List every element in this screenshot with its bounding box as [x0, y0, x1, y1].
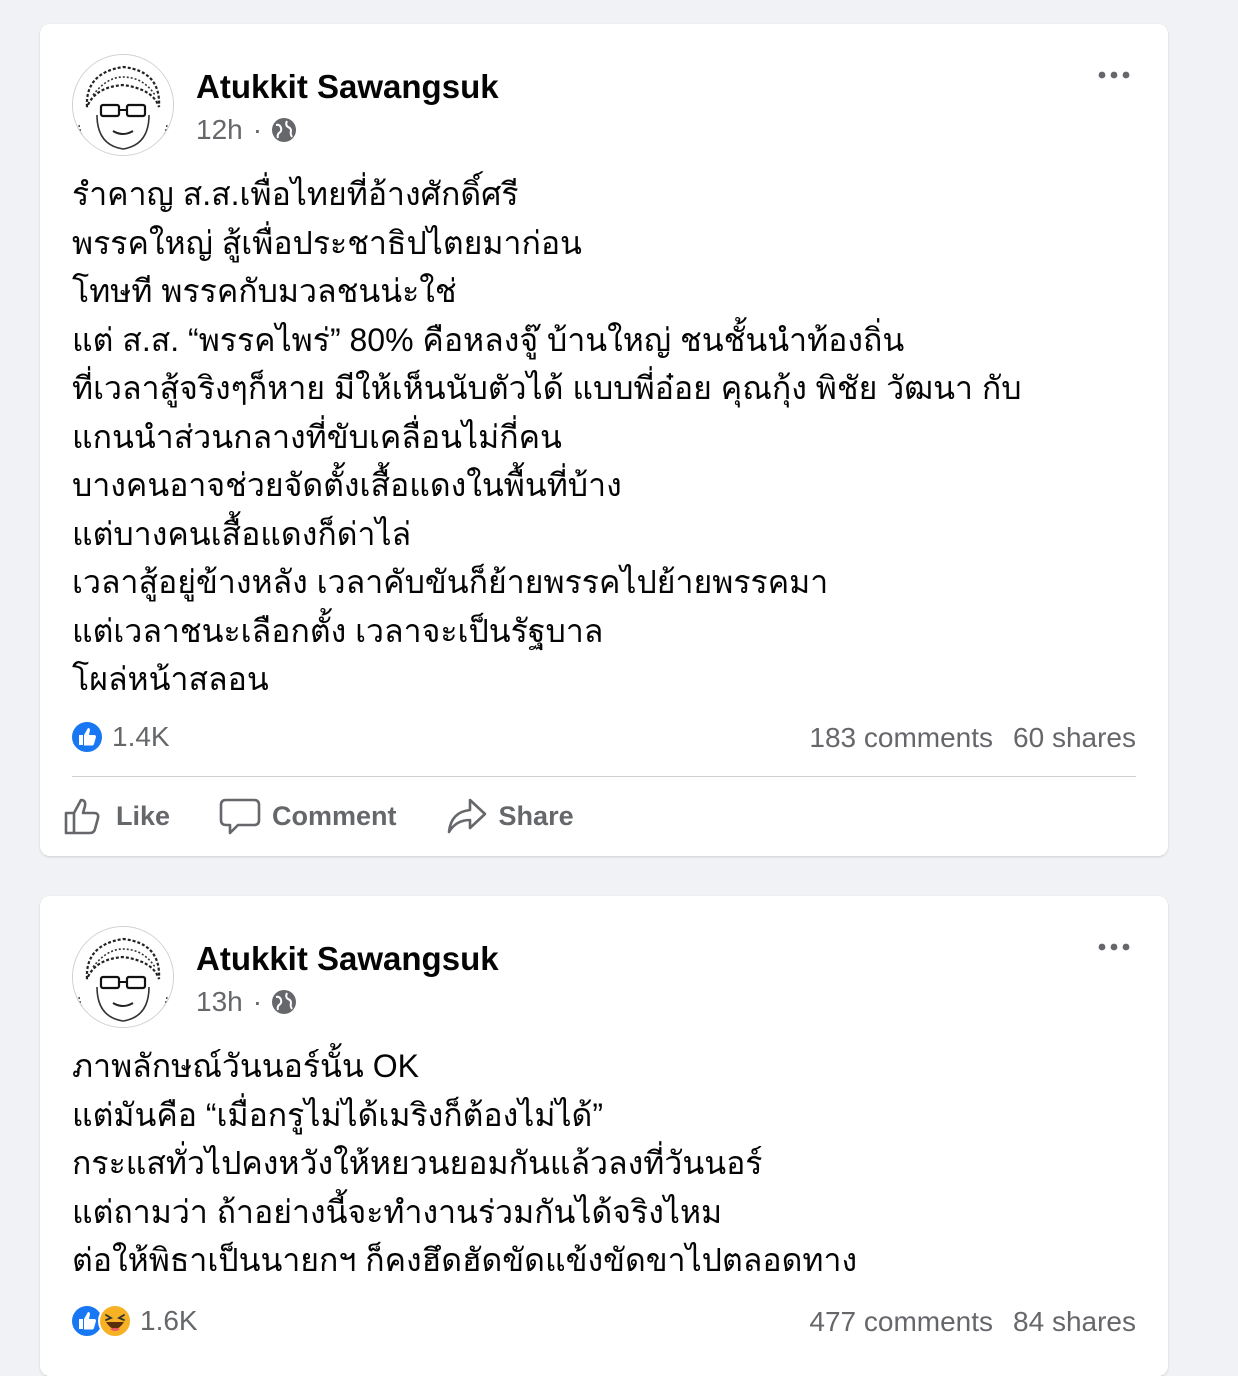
post-text: รำคาญ ส.ส.เพื่อไทยที่อ้างศักดิ์ศรี พรรคใ…	[72, 170, 1136, 704]
share-arrow-icon	[447, 798, 486, 834]
post-text-line: ต่อให้พิธาเป็นนายกฯ ก็คงฮึดฮัดขัดแข้งขัด…	[72, 1242, 858, 1278]
post-text-line: บางคนอาจช่วยจัดตั้งเสื้อแดงในพื้นที่บ้าง	[72, 467, 622, 503]
engagement-counts: 183 comments 60 shares	[809, 722, 1136, 754]
post-meta: 12h ·	[196, 114, 298, 146]
like-button[interactable]: Like	[62, 794, 170, 838]
action-bar: Like Comment Share	[62, 794, 622, 838]
post-text-line: โทษที พรรคกับมวลชนน่ะใช่	[72, 273, 457, 309]
comment-bubble-icon	[219, 798, 261, 835]
post-text-line: แต่บางคนเสื้อแดงก็ด่าไล่	[72, 515, 412, 552]
globe-icon[interactable]	[270, 988, 298, 1016]
meta-separator: ·	[252, 114, 263, 145]
author-name[interactable]: Atukkit Sawangsuk	[196, 68, 499, 106]
haha-icon	[98, 1304, 132, 1338]
shares-count[interactable]: 60 shares	[1013, 722, 1136, 754]
author-name[interactable]: Atukkit Sawangsuk	[196, 940, 499, 978]
more-options-icon[interactable]	[1094, 932, 1134, 962]
reaction-icons	[70, 720, 104, 754]
share-label: Share	[498, 800, 574, 831]
like-icon	[70, 720, 104, 754]
post-text-line: กระแสทั่วไปคงหวังให้หยวนยอมกันแล้วลงที่ว…	[72, 1145, 763, 1181]
post-text-line: พรรคใหญ่ สู้เพื่อประชาธิปไตยมาก่อน	[72, 224, 582, 261]
reactions-count: 1.4K	[112, 721, 170, 752]
comments-count[interactable]: 477 comments	[809, 1306, 993, 1338]
avatar[interactable]	[72, 926, 174, 1028]
post-text-line: ภาพลักษณ์วันนอร์นั้น OK	[72, 1048, 419, 1084]
post-text-line: แกนนำส่วนกลางที่ขับเคลื่อนไม่กี่คน	[72, 418, 562, 455]
post-text-line: โผล่หน้าสลอน	[72, 661, 269, 697]
comment-label: Comment	[272, 800, 397, 831]
reactions-count: 1.6K	[140, 1305, 198, 1336]
shares-count[interactable]: 84 shares	[1013, 1306, 1136, 1338]
post-text-line: แต่มันคือ “เมื่อกรูไม่ได้เมริงก็ต้องไม่ไ…	[72, 1096, 603, 1133]
post-text-line: เวลาสู้อยู่ข้างหลัง เวลาคับขันก็ย้ายพรรค…	[72, 564, 829, 600]
post-text-line: แต่เวลาชนะเลือกตั้ง เวลาจะเป็นรัฐบาล	[72, 612, 604, 649]
divider	[72, 776, 1136, 777]
thumbs-up-icon	[64, 798, 100, 835]
post-text-line: รำคาญ ส.ส.เพื่อไทยที่อ้างศักดิ์ศรี	[72, 176, 519, 212]
reaction-icons	[70, 1304, 132, 1338]
share-button[interactable]: Share	[445, 794, 574, 838]
post-card: Atukkit Sawangsuk 13h · ภาพลักษณ์วันนอร์…	[40, 896, 1168, 1376]
reactions-summary[interactable]: 1.6K	[70, 1304, 198, 1338]
comment-button[interactable]: Comment	[218, 794, 397, 838]
reactions-summary[interactable]: 1.4K	[70, 720, 170, 754]
post-meta: 13h ·	[196, 986, 298, 1018]
more-options-icon[interactable]	[1094, 60, 1134, 90]
post-text-line: ที่เวลาสู้จริงๆก็หาย มีให้เห็นนับตัวได้ …	[72, 370, 1022, 406]
like-label: Like	[116, 800, 171, 831]
post-timestamp[interactable]: 13h	[196, 986, 243, 1018]
post-text: ภาพลักษณ์วันนอร์นั้น OK แต่มันคือ “เมื่อ…	[72, 1042, 1136, 1285]
post-text-line: แต่ ส.ส. “พรรคไพร่” 80% คือหลงจู๊ บ้านให…	[72, 321, 905, 358]
avatar[interactable]	[72, 54, 174, 156]
comments-count[interactable]: 183 comments	[809, 722, 993, 754]
engagement-counts: 477 comments 84 shares	[809, 1306, 1136, 1338]
post-text-line: แต่ถามว่า ถ้าอย่างนี้จะทำงานร่วมกันได้จร…	[72, 1193, 723, 1230]
meta-separator: ·	[252, 986, 263, 1017]
post-card: Atukkit Sawangsuk 12h · รำคาญ ส.ส.เพื่อไ…	[40, 24, 1168, 856]
globe-icon[interactable]	[270, 116, 298, 144]
post-timestamp[interactable]: 12h	[196, 114, 243, 146]
